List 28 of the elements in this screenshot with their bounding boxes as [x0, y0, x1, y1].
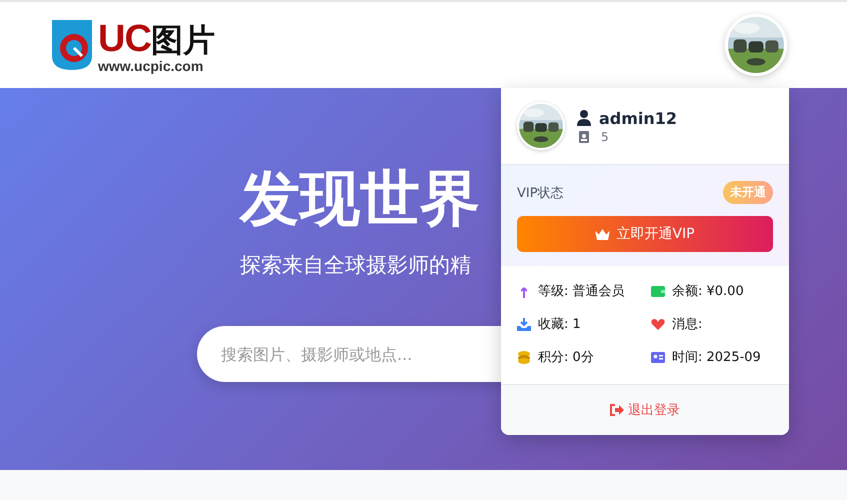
heart-icon — [651, 317, 665, 331]
id-card-icon — [651, 350, 665, 364]
logout-icon — [610, 404, 624, 416]
user-avatar[interactable] — [725, 14, 787, 76]
stat-text: 消息: — [672, 316, 702, 333]
logo-text: 图片 — [150, 22, 215, 58]
user-icon — [577, 110, 591, 126]
stat-text: 积分: 0分 — [538, 349, 594, 366]
logout-link[interactable]: 退出登录 — [610, 401, 680, 419]
hero-subtitle: 探索来自全球摄影师的精 — [240, 252, 471, 279]
stat-text: 余额: ¥0.00 — [672, 283, 744, 300]
vip-status-label: VIP状态 — [517, 184, 564, 202]
download-icon — [517, 317, 531, 331]
hero-title: 发现世界 — [240, 164, 480, 234]
user-id: 5 — [601, 130, 609, 144]
wallet-icon — [651, 284, 665, 298]
crown-icon — [595, 228, 610, 240]
coins-icon — [517, 350, 531, 364]
stat-text: 等级: 普通会员 — [538, 282, 625, 300]
upgrade-vip-button[interactable]: 立即开通VIP — [517, 216, 773, 252]
id-card-icon — [579, 130, 589, 142]
logo[interactable]: UC图片 www.ucpic.com — [52, 18, 215, 72]
logo-text: UC — [98, 18, 151, 60]
vip-status-badge: 未开通 — [723, 181, 773, 204]
logo-icon — [52, 20, 92, 70]
username: admin12 — [599, 108, 678, 128]
stat-text: 时间: 2025-09 — [672, 349, 761, 366]
logo-url: www.ucpic.com — [98, 58, 204, 72]
